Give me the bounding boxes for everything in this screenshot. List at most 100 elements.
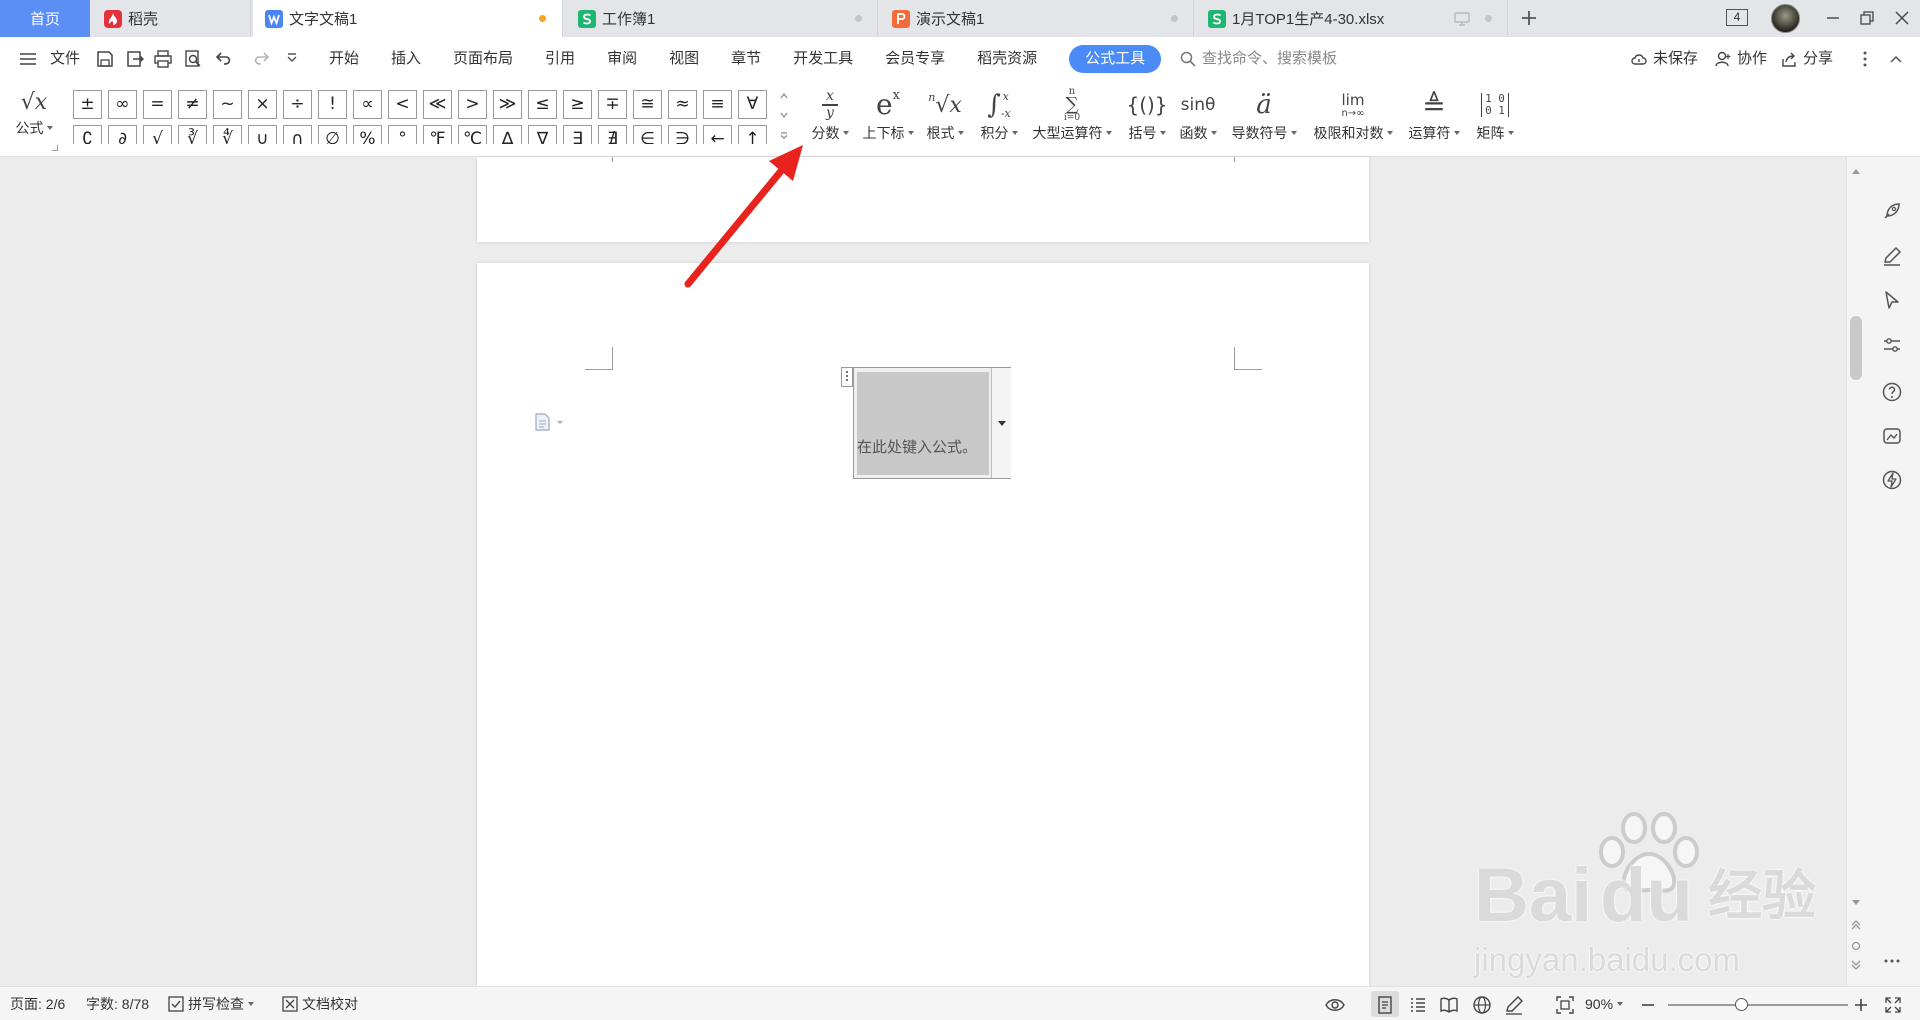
rocket-icon[interactable] <box>1881 200 1903 222</box>
zoom-slider-thumb[interactable] <box>1735 998 1748 1011</box>
accent-button[interactable]: ä 导数符号 <box>1226 86 1302 152</box>
plus-icon[interactable] <box>1519 8 1539 28</box>
help-icon[interactable] <box>1881 381 1903 403</box>
pen-icon[interactable] <box>1881 245 1903 267</box>
restore-icon[interactable] <box>1858 9 1876 27</box>
pointer-icon[interactable] <box>1881 289 1903 311</box>
symbol-button[interactable]: ≡ <box>703 90 732 119</box>
command-search[interactable]: 查找命令、搜索模板 <box>1180 49 1337 69</box>
bracket-button[interactable]: {()} 括号 <box>1124 86 1170 152</box>
zoom-slider-track[interactable] <box>1668 1004 1848 1006</box>
chevron-up-icon[interactable] <box>779 92 789 100</box>
paste-options-icon[interactable] <box>535 413 565 431</box>
symbol-button[interactable]: ∄ <box>598 125 627 144</box>
symbol-button[interactable]: ≅ <box>633 90 662 119</box>
print-preview-icon[interactable] <box>183 49 203 69</box>
symbol-button[interactable]: ℉ <box>423 125 452 144</box>
symbol-button[interactable]: = <box>143 90 172 119</box>
symbol-button[interactable]: ! <box>318 90 347 119</box>
symbol-button[interactable]: ∅ <box>318 125 347 144</box>
menu-tab[interactable]: 视图 <box>669 45 699 73</box>
next-page-icon[interactable] <box>1851 959 1861 971</box>
file-menu-button[interactable]: 文件 <box>50 49 80 69</box>
script-button[interactable]: ex 上下标 <box>860 86 916 152</box>
menu-tab[interactable]: 章节 <box>731 45 761 73</box>
symbol-button[interactable]: > <box>458 90 487 119</box>
menu-tab[interactable]: 会员专享 <box>885 45 945 73</box>
symbol-button[interactable]: ∃ <box>563 125 592 144</box>
equation-box[interactable]: 在此处键入公式。 <box>853 367 1011 479</box>
close-dot-icon[interactable] <box>1171 15 1178 22</box>
save-icon[interactable] <box>95 49 115 69</box>
symbol-button[interactable]: × <box>248 90 277 119</box>
symbol-button[interactable]: ∋ <box>668 125 697 144</box>
share-button[interactable]: 分享 <box>1780 49 1833 69</box>
minimize-icon[interactable] <box>1824 9 1842 27</box>
insert-formula-button[interactable]: √x 公式 <box>6 87 62 151</box>
symbol-button[interactable]: ∛ <box>178 125 207 144</box>
menu-tab[interactable]: 引用 <box>545 45 575 73</box>
equation-placeholder-region[interactable]: 在此处键入公式。 <box>857 372 989 475</box>
symbol-button[interactable]: ℃ <box>458 125 487 144</box>
symbol-button[interactable]: < <box>388 90 417 119</box>
symbol-button[interactable]: ÷ <box>283 90 312 119</box>
symbol-button[interactable]: ∁ <box>73 125 102 144</box>
symbol-button[interactable]: ∓ <box>598 90 627 119</box>
symbol-button[interactable]: ∞ <box>108 90 137 119</box>
symbol-button[interactable]: ∝ <box>353 90 382 119</box>
outline-view-icon[interactable] <box>1408 995 1428 1015</box>
tab-presentation[interactable]: 演示文稿1 <box>880 0 1194 37</box>
symbol-button[interactable]: ≈ <box>668 90 697 119</box>
fit-page-icon[interactable] <box>1555 995 1575 1015</box>
scrollbar-thumb[interactable] <box>1850 316 1862 380</box>
limit-log-button[interactable]: lim n→∞ 极限和对数 <box>1308 86 1398 152</box>
symbol-button[interactable]: √ <box>143 125 172 144</box>
scroll-down-icon[interactable] <box>1851 899 1861 907</box>
tab-sheet[interactable]: 工作簿1 <box>566 0 878 37</box>
undo-icon[interactable] <box>213 49 233 69</box>
symbol-button[interactable]: ~ <box>213 90 242 119</box>
window-count-badge[interactable]: 4 <box>1726 9 1748 26</box>
symbol-button[interactable]: ± <box>73 90 102 119</box>
symbol-button[interactable]: % <box>353 125 382 144</box>
lightning-icon[interactable] <box>1881 469 1903 491</box>
zoom-out-icon[interactable] <box>1638 995 1658 1015</box>
symbol-button[interactable]: ∇ <box>528 125 557 144</box>
equation-options-button[interactable] <box>991 368 1011 478</box>
tab-home[interactable]: 首页 <box>0 0 90 37</box>
write-mode-icon[interactable] <box>1504 995 1524 1015</box>
more-horizontal-icon[interactable] <box>1881 950 1903 972</box>
menu-tab[interactable]: 开始 <box>329 45 359 73</box>
modified-dot-icon[interactable] <box>539 15 546 22</box>
hamburger-icon[interactable] <box>18 49 38 69</box>
adjust-sliders-icon[interactable] <box>1881 334 1903 356</box>
zoom-level-button[interactable]: 90% <box>1585 995 1624 1013</box>
tab-writer-doc[interactable]: 文字文稿1 <box>253 0 563 37</box>
tab-sheet-xlsx[interactable]: 1月TOP1生产4-30.xlsx <box>1196 0 1508 37</box>
close-icon[interactable] <box>1893 9 1911 27</box>
symbol-button[interactable]: ↑ <box>738 125 767 144</box>
tab-docer[interactable]: 稻壳 <box>92 0 251 37</box>
symbol-button[interactable]: ∜ <box>213 125 242 144</box>
word-count[interactable]: 字数: 8/78 <box>86 995 149 1013</box>
fullscreen-icon[interactable] <box>1883 995 1903 1015</box>
browse-object-icon[interactable] <box>1851 941 1861 951</box>
large-operator-button[interactable]: n ∑ i=0 大型运算符 <box>1028 86 1116 152</box>
proofread-button[interactable]: 文档校对 <box>282 995 358 1013</box>
radical-button[interactable]: n √x 根式 <box>922 86 968 152</box>
symbol-button[interactable]: ∪ <box>248 125 277 144</box>
menu-tab[interactable]: 稻壳资源 <box>977 45 1037 73</box>
eye-protection-icon[interactable] <box>1325 995 1345 1015</box>
dialog-launcher-icon[interactable] <box>52 145 58 151</box>
print-icon[interactable] <box>153 49 173 69</box>
menu-tab[interactable]: 页面布局 <box>453 45 513 73</box>
operator-button[interactable]: ≜ 运算符 <box>1404 86 1464 152</box>
export-pdf-icon[interactable] <box>125 49 145 69</box>
menu-tab-active[interactable]: 公式工具 <box>1069 45 1162 73</box>
image-tools-icon[interactable] <box>1881 425 1903 447</box>
unsaved-button[interactable]: 未保存 <box>1630 49 1698 69</box>
avatar[interactable] <box>1771 4 1800 33</box>
more-vertical-icon[interactable] <box>1855 49 1875 69</box>
page-indicator[interactable]: 页面: 2/6 <box>10 995 65 1013</box>
close-dot-icon[interactable] <box>1485 15 1492 22</box>
